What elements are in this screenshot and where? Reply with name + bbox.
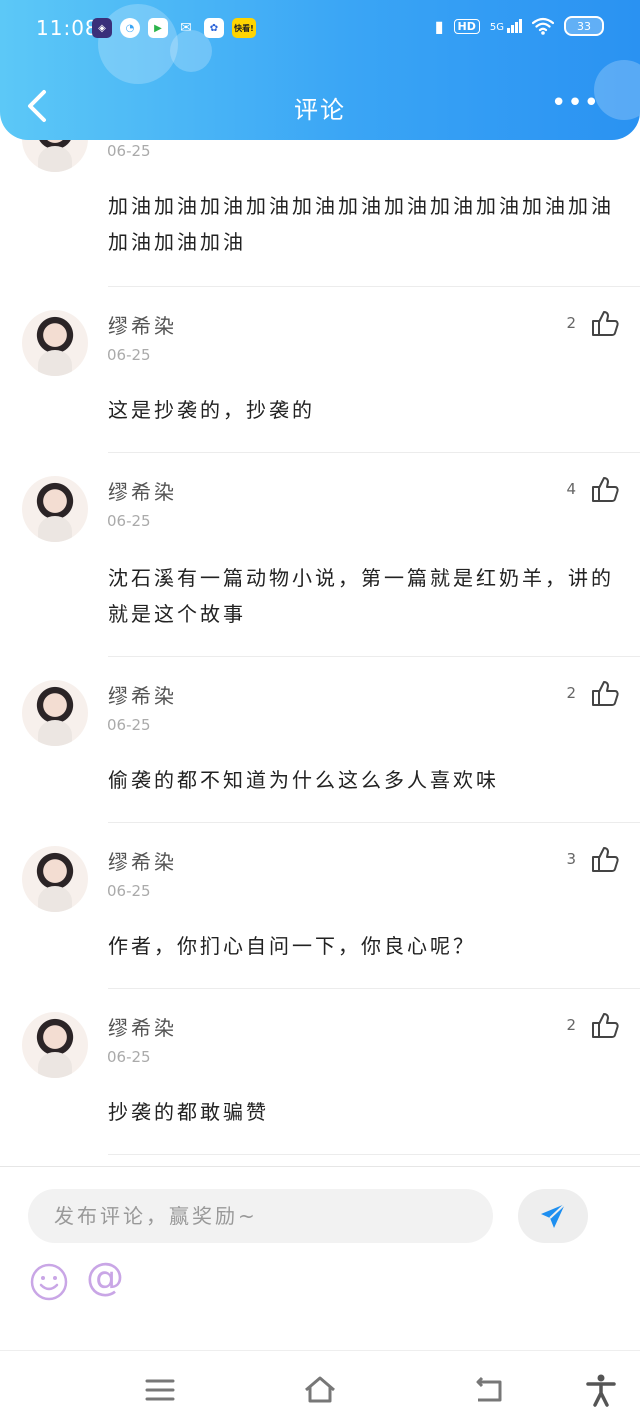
comment-input[interactable]: 发布评论，赢奖励~ (28, 1189, 493, 1243)
comment-date: 06-25 (107, 142, 151, 160)
vibrate-icon: ▮ (434, 16, 444, 36)
wechat-notification-icon: ✉ (180, 20, 192, 36)
thumbs-up-icon[interactable] (590, 1010, 620, 1040)
like-count: 2 (566, 1016, 576, 1034)
comment-date: 06-25 (107, 346, 151, 364)
comment-username[interactable]: 缪希染 (108, 1012, 177, 1041)
divider (108, 822, 640, 823)
thumbs-up-icon[interactable] (590, 474, 620, 504)
comment-username[interactable]: 缪希染 (108, 310, 177, 339)
back-nav-icon[interactable] (472, 1373, 506, 1407)
comment-date: 06-25 (107, 1048, 151, 1066)
divider (108, 988, 640, 989)
send-icon (541, 1203, 566, 1228)
header: 11:08 ◈ ◔ ▶ ✉ ✿ 快看! ▮ HD 5G 33 评论 ••• (0, 0, 640, 140)
thumbs-up-icon[interactable] (590, 844, 620, 874)
video-notification-icon: ▶ (148, 18, 168, 38)
signal-bar (519, 19, 522, 33)
avatar[interactable] (22, 310, 88, 376)
network-type: 5G (489, 22, 504, 33)
like-count: 3 (566, 850, 576, 868)
signal-icon: 5G (490, 19, 522, 33)
divider (108, 286, 640, 287)
comment-username[interactable]: 缪希染 (108, 680, 177, 709)
like-count: 2 (566, 314, 576, 332)
like-count: 4 (566, 480, 576, 498)
comment-date: 06-25 (107, 716, 151, 734)
thumbs-up-icon[interactable] (590, 308, 620, 338)
comment-text: 作者，你扪心自问一下，你良心呢？ (108, 934, 476, 958)
comment-text: 抄袭的都敢骗赞 (108, 1100, 269, 1124)
divider (108, 452, 640, 453)
kuaikan-notification-icon: 快看! (232, 18, 256, 38)
accessibility-icon[interactable] (584, 1373, 618, 1407)
comment-input-bar: 发布评论，赢奖励~ @ (0, 1166, 640, 1350)
comment-username[interactable]: 缪希染 (108, 476, 177, 505)
status-bar: 11:08 ◈ ◔ ▶ ✉ ✿ 快看! ▮ HD 5G 33 (0, 0, 640, 56)
notification-icons: ◈ ◔ ▶ ✉ ✿ 快看! (92, 18, 256, 38)
page-title: 评论 (294, 96, 346, 124)
divider (108, 1154, 640, 1155)
signal-bar (507, 28, 510, 33)
like-count: 2 (566, 684, 576, 702)
menu-icon[interactable] (143, 1373, 177, 1407)
comment-text: 沈石溪有一篇动物小说，第一篇就是红奶羊，讲的就是这个故事 (108, 566, 614, 626)
browser-notification-icon: ◔ (120, 18, 140, 38)
send-button[interactable] (518, 1189, 588, 1243)
mention-at-icon[interactable]: @ (86, 1255, 124, 1299)
home-icon[interactable] (303, 1373, 337, 1407)
system-nav-bar (0, 1350, 640, 1425)
comment-text: 偷袭的都不知道为什么这么多人喜欢味 (108, 768, 499, 792)
more-options-icon[interactable]: ••• (551, 88, 600, 118)
comment-text: 这是抄袭的，抄袭的 (108, 398, 315, 422)
avatar[interactable] (22, 1012, 88, 1078)
app-notification-icon: ◈ (92, 18, 112, 38)
status-time: 11:08 (36, 16, 99, 40)
signal-bar (511, 25, 514, 33)
comment-date: 06-25 (107, 512, 151, 530)
thumbs-up-icon[interactable] (590, 678, 620, 708)
baidu-notification-icon: ✿ (204, 18, 224, 38)
divider (108, 656, 640, 657)
emoji-icon[interactable] (30, 1263, 68, 1301)
comment-date: 06-25 (107, 882, 151, 900)
avatar[interactable] (22, 476, 88, 542)
battery-level: 33 (577, 19, 591, 33)
signal-bar (515, 22, 518, 33)
comment-text: 加油加油加油加油加油加油加油加油加油加油加油加油加油加油 (108, 194, 614, 254)
hd-icon: HD (453, 18, 480, 34)
avatar[interactable] (22, 680, 88, 746)
avatar[interactable] (22, 846, 88, 912)
battery-icon: 33 (564, 16, 604, 36)
wifi-icon (532, 17, 554, 35)
status-right: ▮ HD 5G 33 (435, 16, 604, 36)
comment-username[interactable]: 缪希染 (108, 846, 177, 875)
title-bar: 评论 ••• (0, 70, 640, 140)
